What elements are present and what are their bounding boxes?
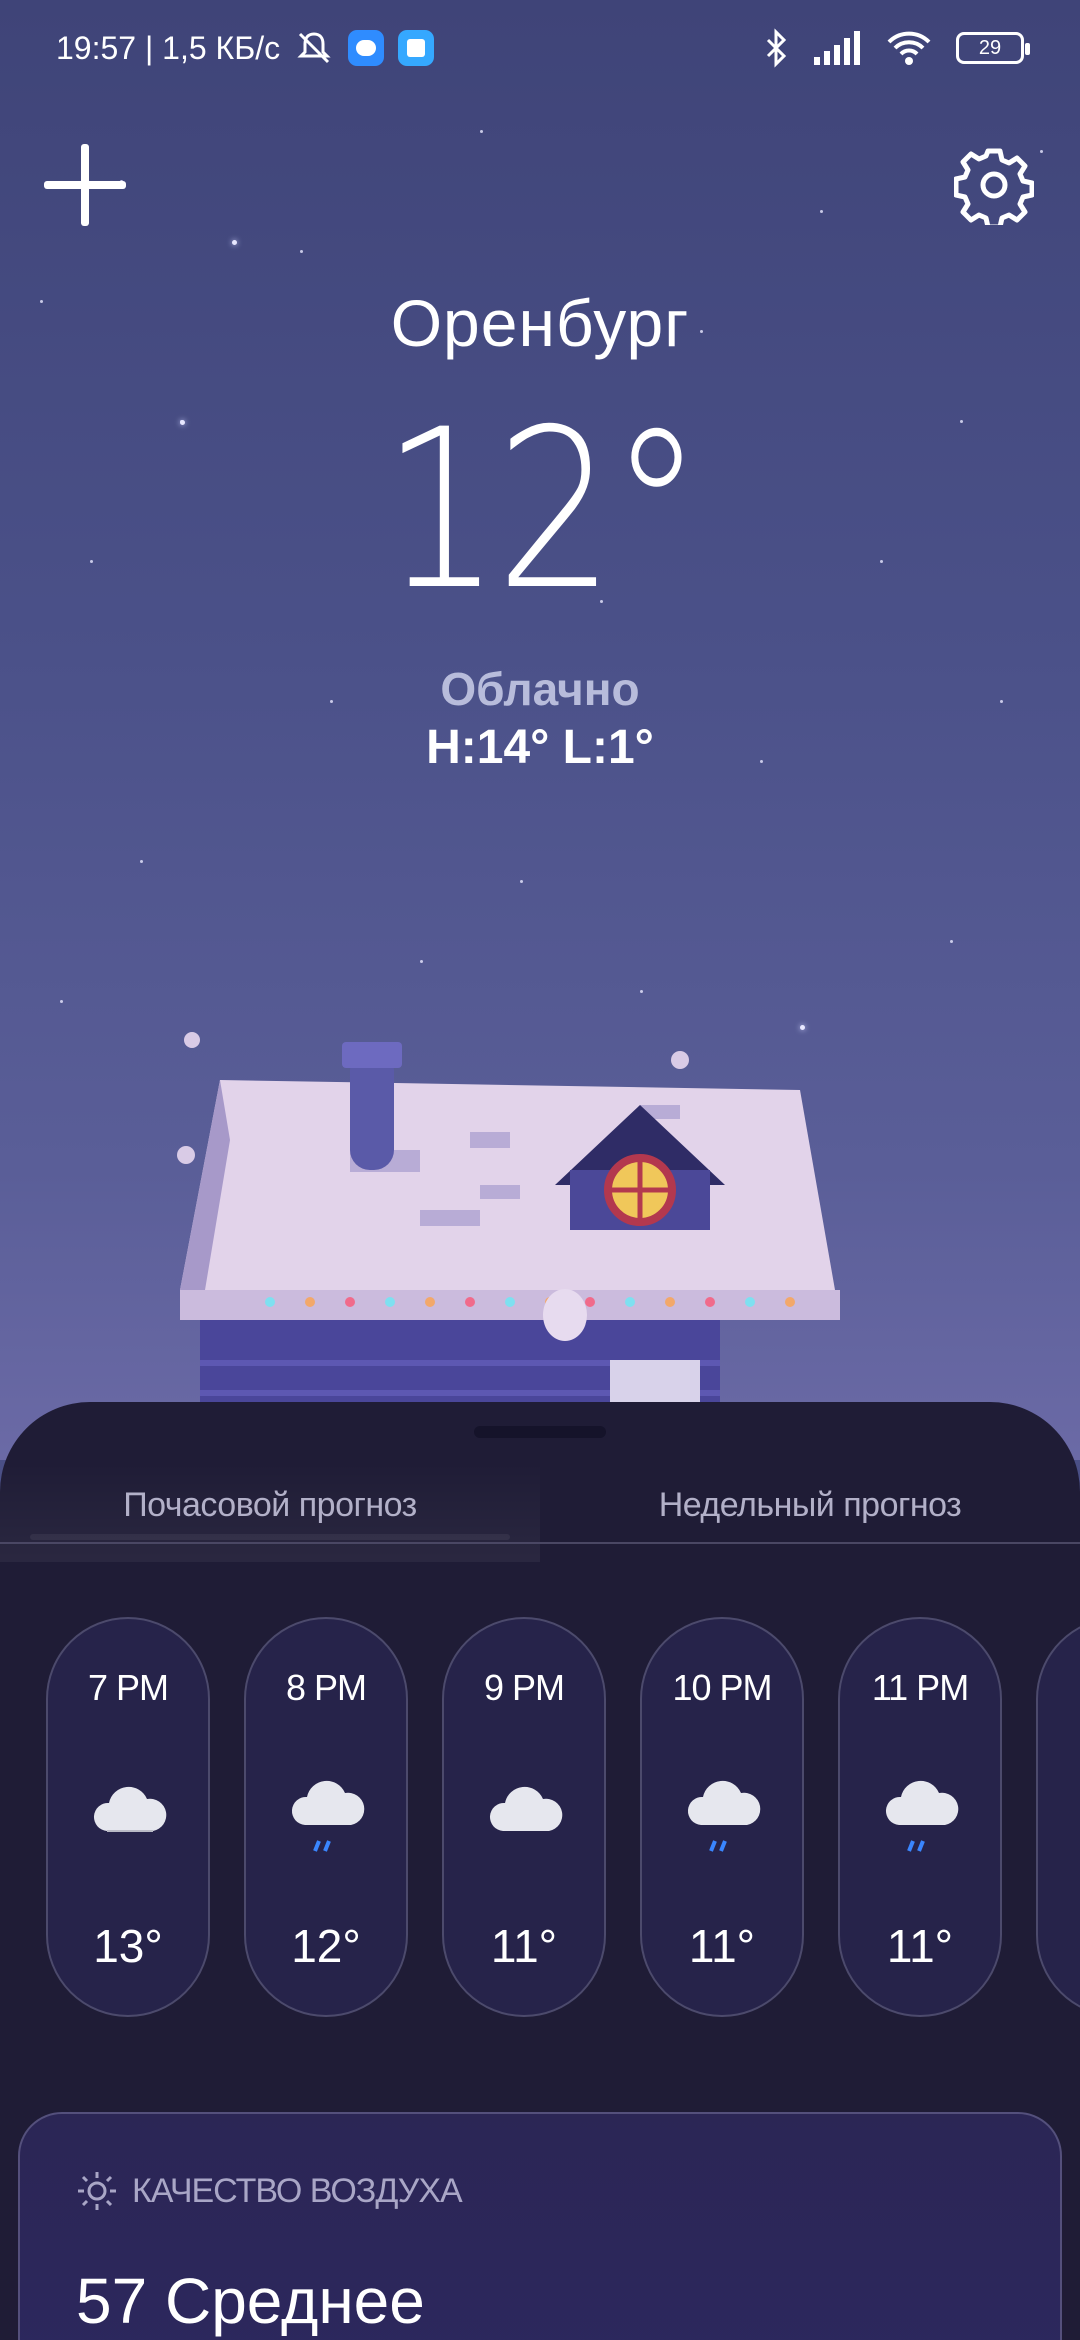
active-tab-indicator (30, 1534, 510, 1540)
status-bar: 19:57 | 1,5 КБ/с 29 (0, 0, 1080, 96)
sun-icon (78, 2172, 116, 2210)
hour-temperature: 13° (93, 1920, 163, 1972)
hour-time: 9 PM (483, 1667, 565, 1708)
hour-card[interactable]: 7 PM 13° (46, 1617, 210, 2017)
forecast-tabs: Почасовой прогноз Недельный прогноз (0, 1462, 1080, 1562)
weather-condition: Облачно (440, 663, 640, 715)
cloud-rain-icon (291, 1780, 365, 1852)
hour-temperature: 11° (490, 1920, 558, 1972)
wifi-icon (887, 31, 931, 65)
hour-card[interactable]: 8 PM 12° (244, 1617, 408, 2017)
signal-icon (814, 31, 860, 65)
hour-card[interactable]: 9 PM 11° (442, 1617, 606, 2017)
house-illustration (177, 1032, 840, 1460)
hour-time: 10 PM (672, 1667, 772, 1708)
hour-card[interactable]: 11 PM 11° (838, 1617, 1002, 2017)
hour-temperature: 11° (886, 1920, 954, 1972)
settings-gear-icon[interactable] (954, 145, 1034, 225)
hour-time: 11 PM (871, 1667, 969, 1708)
cloud-rain-icon (687, 1780, 761, 1852)
hour-card-partial[interactable] (1036, 1617, 1080, 2017)
messages-app-icon (348, 30, 385, 66)
city-name: Оренбург (390, 286, 690, 360)
bluetooth-icon (766, 28, 787, 68)
hour-time: 7 PM (87, 1667, 169, 1708)
battery-icon: 29 (956, 32, 1030, 64)
hour-temperature: 12° (291, 1920, 361, 1972)
air-quality-title: КАЧЕСТВО ВОЗДУХА (132, 2171, 463, 2210)
hour-time: 8 PM (285, 1667, 367, 1708)
status-time: 19:57 | 1,5 КБ/с (56, 29, 281, 66)
current-temperature: 12° (381, 382, 703, 638)
air-quality-card[interactable]: КАЧЕСТВО ВОЗДУХА 57 Среднее (18, 2112, 1062, 2340)
cloud-icon (93, 1786, 167, 1832)
sheet-drag-handle[interactable] (474, 1426, 606, 1438)
high-low-temperature: H:14° L:1° (426, 721, 654, 774)
tab-divider (0, 1542, 1080, 1544)
hour-card[interactable]: 10 PM 11° (640, 1617, 804, 2017)
tab-hourly-forecast[interactable]: Почасовой прогноз (0, 1462, 540, 1562)
bell-off-icon (297, 32, 331, 64)
air-quality-value: 57 Среднее (76, 2265, 425, 2337)
notification-app-icon (398, 30, 435, 66)
cloud-icon (489, 1786, 563, 1831)
hour-temperature: 11° (688, 1920, 756, 1972)
tab-weekly-forecast[interactable]: Недельный прогноз (540, 1462, 1080, 1562)
forecast-sheet: Почасовой прогноз Недельный прогноз 7 PM… (0, 1402, 1080, 2340)
hourly-forecast-list[interactable]: 7 PM 13° 8 PM 12° 9 PM 11° 10 PM 11° 11 … (46, 1617, 1080, 2027)
add-city-button[interactable] (40, 140, 130, 230)
cloud-rain-icon (885, 1780, 959, 1852)
